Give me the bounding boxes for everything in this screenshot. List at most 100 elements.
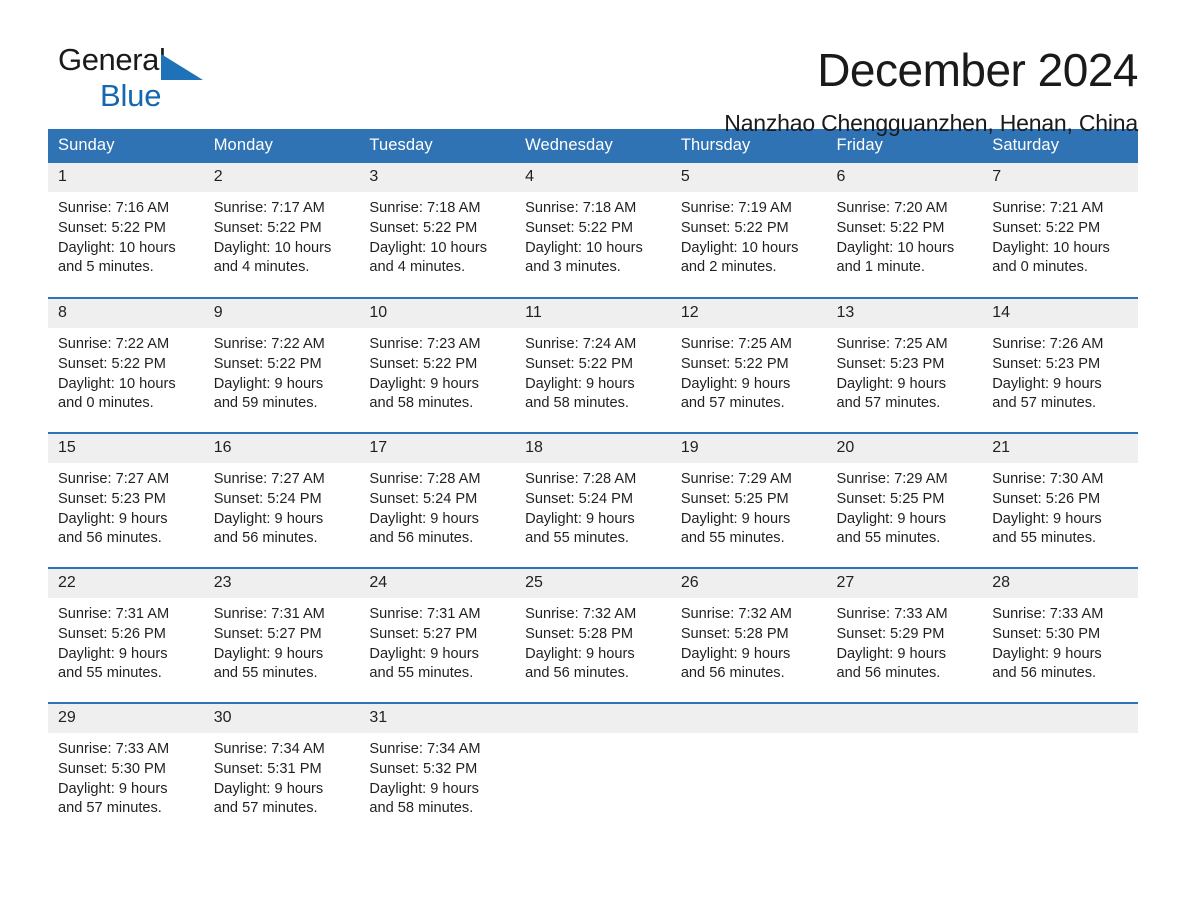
daylight-text-line2: and 55 minutes. bbox=[680, 530, 785, 547]
sunset-text: Sunset: 5:22 PM bbox=[525, 355, 634, 372]
calendar-day-cell[interactable]: 11 Sunrise: 7:24 AM Sunset: 5:22 PM Dayligh… bbox=[515, 297, 671, 433]
calendar-table: Sunday Monday Tuesday Wednesday Thursday… bbox=[48, 129, 1138, 838]
daylight-text-line1: Daylight: 9 hours bbox=[369, 645, 479, 662]
calendar-day-cell[interactable]: 12 Sunrise: 7:25 AM Sunset: 5:22 PM Dayligh… bbox=[670, 297, 827, 433]
day-details: Sunrise: 7:24 AM Sunset: 5:22 PM Daylight:… bbox=[515, 328, 671, 414]
calendar-day-cell[interactable]: 28 Sunrise: 7:33 AM Sunset: 5:30 PM Dayligh… bbox=[982, 567, 1138, 703]
general-blue-logo: General Blue bbox=[58, 44, 228, 114]
calendar-day-cell[interactable]: 13 Sunrise: 7:25 AM Sunset: 5:23 PM Dayligh… bbox=[826, 297, 983, 433]
calendar-day-cell-empty bbox=[982, 702, 1138, 838]
daylight-text-line2: and 55 minutes. bbox=[213, 665, 318, 682]
daylight-text-line1: Daylight: 9 hours bbox=[836, 375, 947, 392]
day-details: Sunrise: 7:21 AM Sunset: 5:22 PM Daylight:… bbox=[982, 192, 1138, 278]
calendar-page: General Blue December 2024 Nanzhao Cheng… bbox=[0, 0, 1188, 918]
daylight-text-line2: and 3 minutes. bbox=[525, 259, 621, 276]
day-details: Sunrise: 7:28 AM Sunset: 5:24 PM Daylight:… bbox=[515, 463, 671, 549]
sunset-text: Sunset: 5:26 PM bbox=[58, 625, 166, 642]
day-number: 9 bbox=[203, 299, 360, 328]
calendar-day-cell[interactable]: 2 Sunrise: 7:17 AM Sunset: 5:22 PM Daylight… bbox=[203, 163, 360, 298]
calendar-day-cell[interactable]: 15 Sunrise: 7:27 AM Sunset: 5:23 PM Dayligh… bbox=[48, 432, 204, 568]
sunrise-text: Sunrise: 7:22 AM bbox=[58, 336, 170, 352]
sunset-text: Sunset: 5:22 PM bbox=[58, 355, 166, 372]
calendar-day-cell[interactable]: 21 Sunrise: 7:30 AM Sunset: 5:26 PM Dayligh… bbox=[982, 432, 1138, 568]
sunrise-text: Sunrise: 7:33 AM bbox=[58, 741, 170, 757]
calendar-day-cell[interactable]: 22 Sunrise: 7:31 AM Sunset: 5:26 PM Dayligh… bbox=[48, 567, 204, 703]
day-details: Sunrise: 7:27 AM Sunset: 5:23 PM Daylight:… bbox=[48, 463, 204, 549]
sunset-text: Sunset: 5:30 PM bbox=[992, 625, 1101, 642]
day-number: 7 bbox=[982, 163, 1138, 192]
calendar-day-cell[interactable]: 25 Sunrise: 7:32 AM Sunset: 5:28 PM Dayligh… bbox=[515, 567, 671, 703]
calendar-day-cell[interactable]: 30 Sunrise: 7:34 AM Sunset: 5:31 PM Dayligh… bbox=[203, 702, 360, 838]
calendar-day-cell[interactable]: 18 Sunrise: 7:28 AM Sunset: 5:24 PM Dayligh… bbox=[515, 432, 671, 568]
day-number: 19 bbox=[670, 434, 827, 463]
sunrise-text: Sunrise: 7:34 AM bbox=[213, 741, 325, 757]
day-number: 8 bbox=[48, 299, 204, 328]
day-number: 18 bbox=[515, 434, 671, 463]
daylight-text-line1: Daylight: 9 hours bbox=[58, 780, 168, 797]
calendar-day-cell[interactable]: 16 Sunrise: 7:27 AM Sunset: 5:24 PM Dayligh… bbox=[203, 432, 360, 568]
daylight-text-line1: Daylight: 9 hours bbox=[213, 645, 324, 662]
calendar-day-cell[interactable]: 17 Sunrise: 7:28 AM Sunset: 5:24 PM Dayligh… bbox=[359, 432, 516, 568]
calendar-day-cell[interactable]: 1 Sunrise: 7:16 AM Sunset: 5:22 PM Daylight… bbox=[48, 163, 204, 298]
daylight-text-line2: and 57 minutes. bbox=[680, 395, 785, 412]
calendar-day-cell[interactable]: 6 Sunrise: 7:20 AM Sunset: 5:22 PM Daylight… bbox=[826, 163, 983, 298]
daylight-text-line2: and 57 minutes. bbox=[213, 800, 318, 817]
daylight-text-line1: Daylight: 9 hours bbox=[525, 375, 635, 392]
daylight-text-line1: Daylight: 9 hours bbox=[58, 510, 168, 527]
calendar-body: 1 Sunrise: 7:16 AM Sunset: 5:22 PM Daylight… bbox=[48, 163, 1138, 838]
sunrise-text: Sunrise: 7:24 AM bbox=[525, 336, 637, 352]
calendar-day-cell[interactable]: 7 Sunrise: 7:21 AM Sunset: 5:22 PM Daylight… bbox=[982, 163, 1138, 298]
day-number: 1 bbox=[48, 163, 204, 192]
daylight-text-line1: Daylight: 9 hours bbox=[369, 510, 479, 527]
day-number: 24 bbox=[359, 569, 516, 598]
calendar-day-cell[interactable]: 20 Sunrise: 7:29 AM Sunset: 5:25 PM Dayligh… bbox=[826, 432, 983, 568]
sunrise-text: Sunrise: 7:22 AM bbox=[213, 336, 325, 352]
sunset-text: Sunset: 5:23 PM bbox=[58, 490, 166, 507]
daylight-text-line1: Daylight: 10 hours bbox=[369, 239, 488, 256]
calendar-day-cell[interactable]: 23 Sunrise: 7:31 AM Sunset: 5:27 PM Dayligh… bbox=[203, 567, 360, 703]
sunset-text: Sunset: 5:22 PM bbox=[836, 219, 945, 236]
day-details: Sunrise: 7:29 AM Sunset: 5:25 PM Daylight:… bbox=[671, 463, 827, 549]
sunrise-text: Sunrise: 7:23 AM bbox=[369, 336, 481, 352]
day-details: Sunrise: 7:33 AM Sunset: 5:29 PM Daylight:… bbox=[827, 598, 983, 684]
day-number: 30 bbox=[203, 704, 360, 733]
calendar-week-row: 8 Sunrise: 7:22 AM Sunset: 5:22 PM Daylight… bbox=[48, 297, 1138, 433]
sunrise-text: Sunrise: 7:20 AM bbox=[836, 200, 948, 216]
sunrise-text: Sunrise: 7:28 AM bbox=[525, 471, 637, 487]
daylight-text-line1: Daylight: 9 hours bbox=[369, 375, 479, 392]
sunrise-text: Sunrise: 7:33 AM bbox=[992, 606, 1104, 622]
weekday-header-monday: Monday bbox=[203, 129, 360, 163]
day-number: 21 bbox=[982, 434, 1138, 463]
calendar-day-cell[interactable]: 8 Sunrise: 7:22 AM Sunset: 5:22 PM Daylight… bbox=[48, 297, 204, 433]
day-details: Sunrise: 7:31 AM Sunset: 5:27 PM Daylight:… bbox=[359, 598, 515, 684]
calendar-day-cell[interactable]: 4 Sunrise: 7:18 AM Sunset: 5:22 PM Daylight… bbox=[515, 163, 671, 298]
day-number bbox=[982, 704, 1138, 733]
calendar-day-cell[interactable]: 10 Sunrise: 7:23 AM Sunset: 5:22 PM Dayligh… bbox=[359, 297, 516, 433]
calendar-day-cell[interactable]: 27 Sunrise: 7:33 AM Sunset: 5:29 PM Dayligh… bbox=[826, 567, 983, 703]
sunset-text: Sunset: 5:25 PM bbox=[836, 490, 945, 507]
daylight-text-line2: and 4 minutes. bbox=[369, 259, 466, 276]
calendar-day-cell[interactable]: 29 Sunrise: 7:33 AM Sunset: 5:30 PM Dayligh… bbox=[48, 702, 204, 838]
day-number: 23 bbox=[203, 569, 360, 598]
day-details: Sunrise: 7:22 AM Sunset: 5:22 PM Daylight:… bbox=[48, 328, 204, 414]
calendar-day-cell[interactable]: 31 Sunrise: 7:34 AM Sunset: 5:32 PM Dayligh… bbox=[359, 702, 516, 838]
day-details: Sunrise: 7:29 AM Sunset: 5:25 PM Daylight:… bbox=[827, 463, 983, 549]
calendar-day-cell[interactable]: 14 Sunrise: 7:26 AM Sunset: 5:23 PM Dayligh… bbox=[982, 297, 1138, 433]
calendar-day-cell[interactable]: 24 Sunrise: 7:31 AM Sunset: 5:27 PM Dayligh… bbox=[359, 567, 516, 703]
day-details: Sunrise: 7:31 AM Sunset: 5:27 PM Daylight:… bbox=[204, 598, 360, 684]
calendar-day-cell[interactable]: 26 Sunrise: 7:32 AM Sunset: 5:28 PM Dayligh… bbox=[670, 567, 827, 703]
logo-triangle-icon bbox=[161, 54, 203, 80]
calendar-day-cell[interactable]: 19 Sunrise: 7:29 AM Sunset: 5:25 PM Dayligh… bbox=[670, 432, 827, 568]
daylight-text-line2: and 58 minutes. bbox=[525, 395, 629, 412]
daylight-text-line1: Daylight: 10 hours bbox=[58, 239, 176, 256]
sunset-text: Sunset: 5:24 PM bbox=[213, 490, 322, 507]
daylight-text-line2: and 57 minutes. bbox=[58, 800, 162, 817]
daylight-text-line2: and 5 minutes. bbox=[58, 259, 154, 276]
weekday-header-tuesday: Tuesday bbox=[359, 129, 516, 163]
calendar-day-cell[interactable]: 9 Sunrise: 7:22 AM Sunset: 5:22 PM Daylight… bbox=[203, 297, 360, 433]
calendar-day-cell[interactable]: 5 Sunrise: 7:19 AM Sunset: 5:22 PM Daylight… bbox=[670, 163, 827, 298]
calendar-day-cell[interactable]: 3 Sunrise: 7:18 AM Sunset: 5:22 PM Daylight… bbox=[359, 163, 516, 298]
weekday-header-sunday: Sunday bbox=[48, 129, 204, 163]
daylight-text-line2: and 56 minutes. bbox=[213, 530, 318, 547]
day-details: Sunrise: 7:19 AM Sunset: 5:22 PM Daylight:… bbox=[671, 192, 827, 278]
